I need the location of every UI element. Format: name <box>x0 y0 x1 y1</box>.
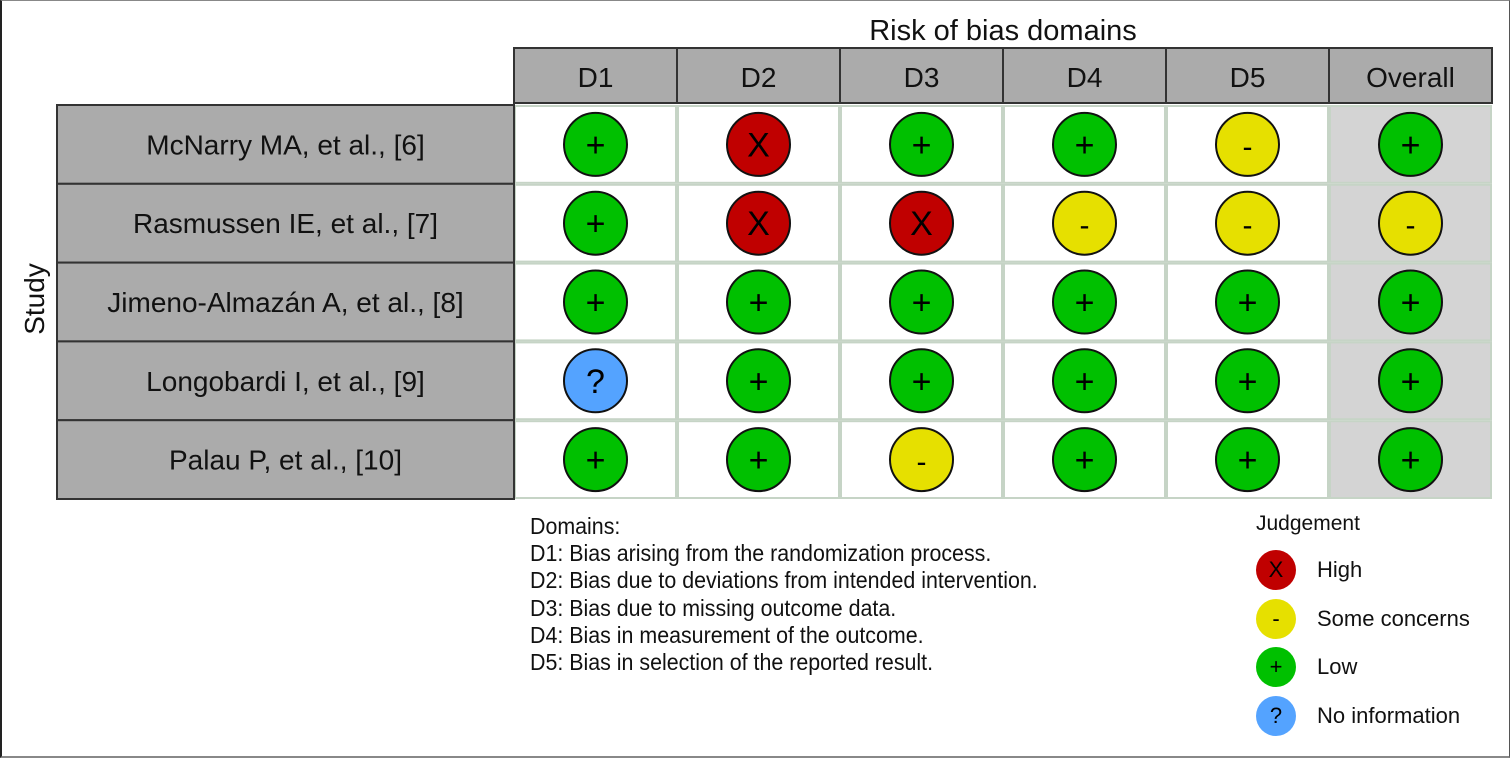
study-label: Longobardi I, et al., [9] <box>146 366 425 397</box>
domains-legend: Domains: D1: Bias arising from the rando… <box>530 513 1038 676</box>
judgement-symbol: ? <box>586 363 605 401</box>
judgement-symbol: + <box>749 442 769 480</box>
judgement-symbol: - <box>1406 209 1416 242</box>
judgement-symbol: + <box>1075 284 1095 322</box>
judgement-legend-label: Low <box>1317 654 1358 680</box>
judgement-symbol: + <box>1075 363 1095 401</box>
column-header-d2: D2 <box>741 62 777 93</box>
judgement-symbol: + <box>1075 126 1095 164</box>
judgement-symbol: + <box>1401 442 1421 480</box>
judgement-symbol: + <box>1238 363 1258 401</box>
column-header-d3: D3 <box>904 62 940 93</box>
domains-legend-item-d5: D5: Bias in selection of the reported re… <box>530 649 934 676</box>
domains-legend-item-d4: D4: Bias in measurement of the outcome. <box>530 621 924 648</box>
judgement-symbol: X <box>747 126 770 164</box>
low-risk-icon: + <box>1256 647 1296 688</box>
judgement-symbol: + <box>912 363 932 401</box>
judgement-symbol: + <box>1075 442 1095 480</box>
some-concerns-icon: - <box>1256 598 1296 639</box>
judgement-symbol: + <box>1401 284 1421 322</box>
judgement-legend-item-low: + Low <box>1256 643 1470 692</box>
judgement-symbol: + <box>1238 442 1258 480</box>
judgement-symbol: + <box>912 126 932 164</box>
judgement-symbol: - <box>1243 130 1253 163</box>
domains-legend-item-d2: D2: Bias due to deviations from intended… <box>530 567 1038 594</box>
domains-legend-item-d3: D3: Bias due to missing outcome data. <box>530 594 897 621</box>
domains-legend-title: Domains: <box>530 513 621 539</box>
judgement-symbol: + <box>586 126 606 164</box>
judgement-symbol: + <box>749 363 769 401</box>
judgement-symbol: + <box>749 284 769 322</box>
study-label: Jimeno-Almazán A, et al., [8] <box>107 287 463 318</box>
study-label: Rasmussen IE, et al., [7] <box>133 208 438 239</box>
judgement-symbol: + <box>586 205 606 243</box>
column-header-d5: D5 <box>1230 62 1266 93</box>
judgement-legend-item-no-information: ? No information <box>1256 692 1470 741</box>
judgement-symbol: + <box>586 442 606 480</box>
high-risk-icon: X <box>1256 550 1296 591</box>
judgement-symbol: + <box>586 284 606 322</box>
judgement-symbol: - <box>1080 209 1090 242</box>
judgement-legend-label: High <box>1317 557 1363 583</box>
column-header-d1: D1 <box>578 62 614 93</box>
judgement-symbol: - <box>917 446 927 479</box>
study-label: Palau P, et al., [10] <box>169 445 402 476</box>
y-axis-label: Study <box>19 263 50 335</box>
judgement-legend: Judgement X High - Some concerns + Low ?… <box>1256 512 1470 740</box>
judgement-legend-item-some-concerns: - Some concerns <box>1256 595 1470 644</box>
chart-title: Risk of bias domains <box>869 15 1137 47</box>
study-label: McNarry MA, et al., [6] <box>146 129 425 160</box>
judgement-legend-item-high: X High <box>1256 546 1470 595</box>
no-information-icon: ? <box>1256 695 1296 736</box>
judgement-symbol: + <box>912 284 932 322</box>
judgement-symbol: + <box>1401 363 1421 401</box>
judgement-legend-title: Judgement <box>1256 512 1360 535</box>
column-header-d4: D4 <box>1067 62 1103 93</box>
judgement-symbol: + <box>1401 126 1421 164</box>
judgement-symbol: X <box>910 205 933 243</box>
judgement-legend-label: No information <box>1317 702 1461 728</box>
judgement-symbol: X <box>747 205 770 243</box>
judgement-symbol: - <box>1243 209 1253 242</box>
judgement-symbol: + <box>1238 284 1258 322</box>
column-header-overall: Overall <box>1366 62 1455 93</box>
domains-legend-item-d1: D1: Bias arising from the randomization … <box>530 540 992 567</box>
judgement-legend-label: Some concerns <box>1317 605 1470 631</box>
